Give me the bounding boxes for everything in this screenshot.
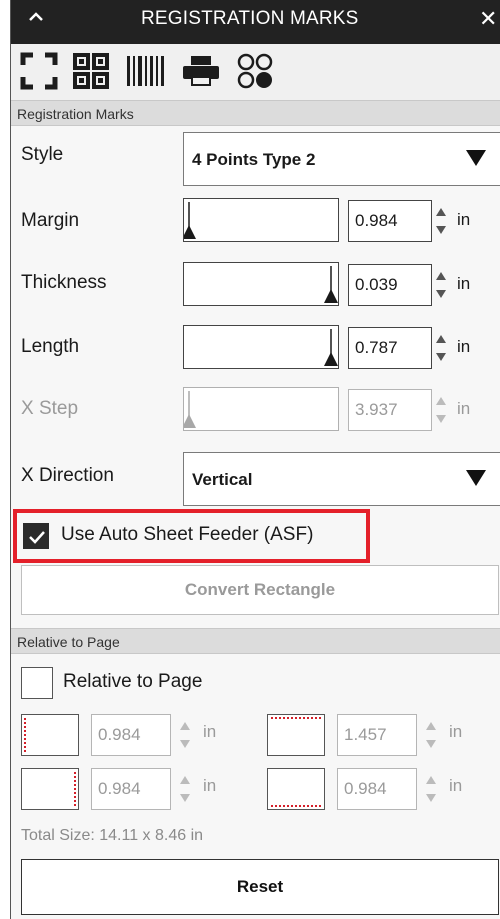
asf-label[interactable]: Use Auto Sheet Feeder (ASF) <box>61 524 313 546</box>
asf-checkbox[interactable] <box>23 523 49 549</box>
margin-unit: in <box>457 210 471 229</box>
convert-rectangle-button: Convert Rectangle <box>21 565 499 615</box>
printer-icon[interactable] <box>177 48 225 94</box>
style-dropdown-value: 4 Points Type 2 <box>192 150 316 169</box>
length-label: Length <box>21 336 80 357</box>
right-offset-unit: in <box>203 776 217 795</box>
length-unit: in <box>457 337 471 356</box>
bottom-offset-spinner-icon <box>426 776 436 802</box>
bottom-offset-icon <box>267 768 325 810</box>
reset-button[interactable]: Reset <box>21 859 499 915</box>
x-step-slider <box>183 387 339 431</box>
chevron-up-icon[interactable] <box>25 6 47 28</box>
barcode-icon[interactable] <box>121 48 169 94</box>
x-direction-dropdown[interactable]: Vertical <box>183 452 500 506</box>
chevron-down-icon <box>466 470 486 486</box>
thickness-unit: in <box>457 274 471 293</box>
margin-spinner-icon[interactable] <box>435 204 447 238</box>
top-offset-icon <box>267 714 325 756</box>
left-offset-icon <box>21 714 79 756</box>
relative-to-page-checkbox[interactable] <box>21 667 53 699</box>
top-offset-input: 1.457 <box>337 714 417 756</box>
x-step-unit: in <box>457 399 471 418</box>
margin-input[interactable]: 0.984 <box>348 200 432 242</box>
style-label: Style <box>21 144 64 165</box>
left-offset-spinner-icon <box>180 722 190 748</box>
length-slider[interactable] <box>183 325 339 369</box>
dots-icon[interactable] <box>233 48 277 94</box>
slider-graphic <box>324 266 338 303</box>
relative-to-page-header: Relative to Page <box>11 628 500 654</box>
right-offset-icon <box>21 768 79 810</box>
registration-marks-panel: REGISTRATION MARKS ✕ Registration Marks … <box>10 0 500 919</box>
style-dropdown[interactable]: 4 Points Type 2 <box>183 132 500 186</box>
slider-thumb[interactable] <box>324 352 338 366</box>
mark-type-toolbar <box>11 44 500 100</box>
slider-graphic <box>184 202 196 239</box>
x-direction-dropdown-value: Vertical <box>192 470 253 489</box>
panel-title: REGISTRATION MARKS <box>141 8 359 29</box>
right-offset-input: 0.984 <box>91 768 171 810</box>
top-offset-spinner-icon <box>426 722 436 748</box>
thickness-label: Thickness <box>21 272 107 293</box>
slider-thumb[interactable] <box>324 289 338 303</box>
length-input[interactable]: 0.787 <box>348 327 432 369</box>
panel-titlebar: REGISTRATION MARKS ✕ <box>11 0 500 44</box>
slider-graphic <box>184 391 196 428</box>
x-step-label: X Step <box>21 398 79 419</box>
slider-graphic <box>324 329 338 366</box>
length-spinner-icon[interactable] <box>435 331 447 365</box>
right-offset-spinner-icon <box>180 776 190 802</box>
relative-to-page-label[interactable]: Relative to Page <box>63 671 202 693</box>
thickness-spinner-icon[interactable] <box>435 268 447 302</box>
left-offset-input: 0.984 <box>91 714 171 756</box>
margin-slider[interactable] <box>183 198 339 242</box>
slider-thumb <box>184 414 196 428</box>
bottom-offset-unit: in <box>449 776 463 795</box>
x-step-input: 3.937 <box>348 389 432 431</box>
x-direction-label: X Direction <box>21 465 114 486</box>
margin-label: Margin <box>21 210 80 231</box>
grid-marks-icon[interactable] <box>69 48 113 94</box>
thickness-slider[interactable] <box>183 262 339 306</box>
close-icon[interactable]: ✕ <box>479 6 497 32</box>
thickness-input[interactable]: 0.039 <box>348 264 432 306</box>
chevron-down-icon <box>466 150 486 166</box>
total-size-text: Total Size: 14.11 x 8.46 in <box>21 827 204 844</box>
left-offset-unit: in <box>203 722 217 741</box>
checkmark-icon <box>29 531 45 544</box>
bottom-offset-input: 0.984 <box>337 768 417 810</box>
top-offset-unit: in <box>449 722 463 741</box>
corner-marks-icon[interactable] <box>17 48 61 94</box>
slider-thumb[interactable] <box>184 225 196 239</box>
registration-marks-header: Registration Marks <box>11 100 500 126</box>
x-step-spinner-icon <box>436 397 446 423</box>
